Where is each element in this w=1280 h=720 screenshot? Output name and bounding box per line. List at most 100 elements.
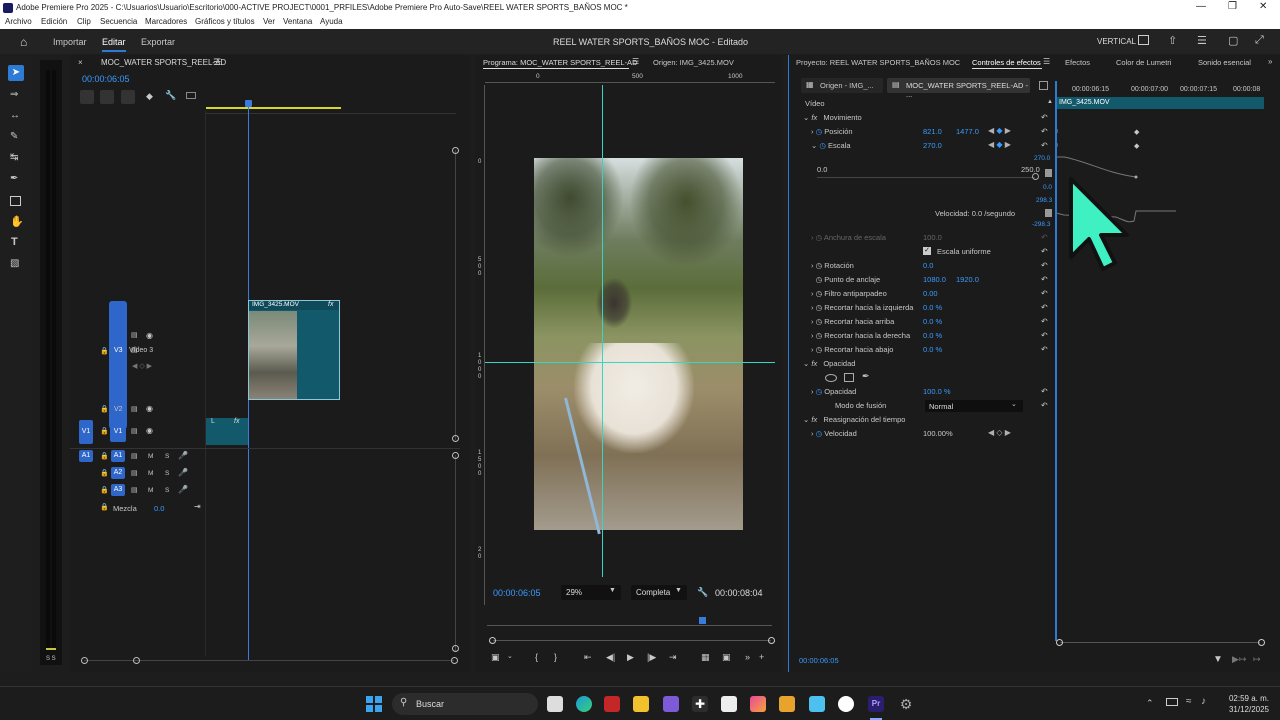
anchor-reset-icon[interactable]: ↶ [1041, 275, 1048, 284]
volume-icon[interactable]: ♪ [1201, 696, 1206, 707]
scale-reset-icon[interactable]: ↶ [1041, 141, 1048, 150]
a3-sync-icon[interactable]: ▤ [131, 486, 138, 494]
rotation-expand-icon[interactable]: › [811, 261, 814, 270]
v1-lock-icon[interactable]: 🔒 [100, 427, 109, 435]
nest-icon[interactable] [80, 90, 94, 104]
remap-expand-icon[interactable]: ⌄ [803, 415, 809, 424]
crop-left-reset-icon[interactable]: ↶ [1041, 303, 1048, 312]
minimize-button[interactable]: — [1196, 1, 1206, 12]
v1-label[interactable]: V1 [110, 422, 126, 442]
pen-mask-icon[interactable]: ✒ [862, 371, 870, 382]
opacity-reset-icon[interactable]: ↶ [1041, 387, 1048, 396]
tray-chevron-icon[interactable]: ⌃ [1146, 698, 1154, 709]
track-select-icon[interactable]: ⇒ [10, 89, 18, 100]
v1-sync-icon[interactable]: ▤ [131, 427, 138, 435]
speed-expand-icon[interactable]: › [811, 429, 814, 438]
stopwatch-icon[interactable]: ◷ [816, 387, 823, 396]
timeline-vscroll-2[interactable] [455, 455, 456, 651]
stopwatch-icon[interactable]: ◷ [816, 429, 823, 438]
hand-icon[interactable]: ✋ [10, 215, 24, 228]
v2-sync-icon[interactable]: ▤ [131, 405, 138, 413]
work-area-bar[interactable] [206, 107, 341, 109]
position-reset-icon[interactable]: ↶ [1041, 127, 1048, 136]
marker-icon[interactable]: ◆ [146, 91, 153, 102]
sequence-clip-tab[interactable]: ▤ MOC_WATER SPORTS_REEL-AD - ... [887, 78, 1030, 99]
captions-icon[interactable] [186, 92, 196, 99]
mini-playhead[interactable] [699, 617, 706, 624]
antiflicker-expand-icon[interactable]: › [811, 289, 814, 298]
blend-reset-icon[interactable]: ↶ [1041, 401, 1048, 410]
v2-lock-icon[interactable]: 🔒 [100, 405, 109, 413]
crop-left-expand-icon[interactable]: › [811, 303, 814, 312]
stopwatch-icon[interactable]: ◷ [816, 345, 823, 354]
mix-value[interactable]: 0.0 [154, 504, 164, 513]
tab-sonido[interactable]: Sonido esencial [1198, 58, 1251, 67]
v1-clip[interactable]: L fx [206, 418, 248, 445]
v1-eye-icon[interactable]: ◉ [146, 426, 153, 435]
speed-value[interactable]: 100.00% [923, 429, 953, 443]
v3-lock-icon[interactable]: 🔒 [100, 347, 109, 355]
stopwatch-icon[interactable]: ◷ [816, 289, 823, 298]
position-keyframe[interactable]: ◆ [1134, 128, 1139, 136]
snap-icon[interactable] [100, 90, 114, 104]
windows-start-icon[interactable] [366, 696, 382, 712]
tab-controles[interactable]: Controles de efectos [972, 58, 1041, 67]
crop-bottom-reset-icon[interactable]: ↶ [1041, 345, 1048, 354]
keyboard-icon[interactable] [1166, 698, 1178, 706]
mix-jump-icon[interactable]: ⇥ [194, 502, 201, 511]
crop-left-value[interactable]: 0.0 % [923, 303, 942, 317]
tab-editar[interactable]: Editar [102, 37, 126, 47]
anchor-x[interactable]: 1080.0 [923, 275, 946, 289]
stopwatch-icon[interactable]: ◷ [816, 317, 823, 326]
scale-width-expand-icon[interactable]: › [811, 233, 814, 242]
ellipse-mask-icon[interactable] [825, 374, 837, 382]
filter-icon[interactable]: ▼ [1213, 654, 1223, 665]
scale-slider[interactable] [817, 177, 1035, 178]
timeline-vscroll-1[interactable] [455, 150, 456, 440]
a3-mic-icon[interactable]: 🎤 [178, 485, 188, 494]
type-icon[interactable]: T [11, 236, 18, 248]
clock-date[interactable]: 31/12/2025 [1227, 705, 1269, 714]
add-button-icon[interactable]: + [759, 652, 764, 662]
menu-ventana[interactable]: Ventana [283, 17, 312, 26]
safe-margins-icon[interactable]: ▣ [491, 652, 500, 663]
capcut-icon[interactable] [721, 696, 737, 712]
step-back-icon[interactable]: ◀| [606, 652, 615, 663]
source-clip-tab[interactable]: ▦ Origen - IMG_... [801, 78, 883, 93]
workspace-layout-label[interactable]: VERTICAL [1097, 37, 1136, 46]
program-menu-icon[interactable]: ☰ [632, 57, 639, 66]
stopwatch-icon[interactable]: ◷ [816, 331, 823, 340]
crop-top-value[interactable]: 0.0 % [923, 317, 942, 331]
stopwatch-icon[interactable]: ◷ [816, 275, 823, 284]
step-forward-icon[interactable]: |▶ [647, 652, 656, 663]
a3-solo[interactable]: S [165, 487, 169, 494]
crop-top-reset-icon[interactable]: ↶ [1041, 317, 1048, 326]
menu-secuencia[interactable]: Secuencia [100, 17, 137, 26]
expand-icon[interactable]: ▢ [1228, 34, 1238, 47]
opacity-prop-expand-icon[interactable]: › [811, 387, 814, 396]
scale-value[interactable]: 270.0 [923, 141, 942, 155]
wrench-icon[interactable]: 🔧 [165, 90, 176, 101]
pen-icon[interactable]: ✒ [10, 173, 18, 184]
rect-mask-icon[interactable] [844, 373, 854, 382]
stopwatch-icon[interactable]: ◷ [816, 303, 823, 312]
crop-right-reset-icon[interactable]: ↶ [1041, 331, 1048, 340]
crop-right-expand-icon[interactable]: › [811, 331, 814, 340]
photos-icon[interactable] [750, 696, 766, 712]
uniform-scale-checkbox[interactable]: ✓ [923, 247, 931, 255]
stopwatch-icon[interactable]: ◷ [816, 261, 823, 270]
position-expand-icon[interactable]: › [811, 127, 814, 136]
crop-bottom-expand-icon[interactable]: › [811, 345, 814, 354]
video-collapse-icon[interactable]: ▲ [1047, 99, 1053, 105]
video-frame[interactable] [534, 158, 743, 535]
scale-expand-icon[interactable]: ⌄ [811, 141, 817, 150]
crop-right-value[interactable]: 0.0 % [923, 331, 942, 345]
motion-reset-icon[interactable]: ↶ [1041, 113, 1048, 122]
menu-graficos[interactable]: Gráficos y títulos [195, 17, 255, 26]
fullscreen-icon[interactable]: ⤢ [1255, 34, 1264, 47]
crop-bottom-value[interactable]: 0.0 % [923, 345, 942, 359]
scale-slider-handle[interactable] [1032, 173, 1039, 180]
keyframe-clip-bar[interactable]: IMG_3425.MOV [1056, 97, 1264, 109]
export-icon[interactable]: ↦ [1253, 654, 1261, 665]
notepad-icon[interactable] [809, 696, 825, 712]
